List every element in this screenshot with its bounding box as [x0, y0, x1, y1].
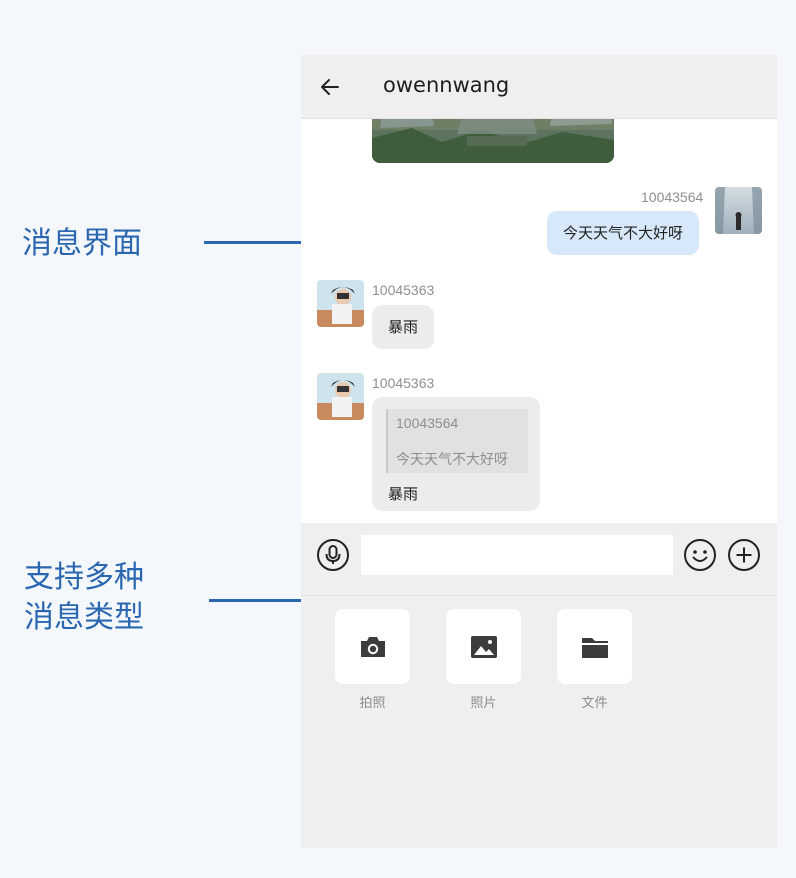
- photo-button[interactable]: [446, 609, 521, 684]
- input-bar: [301, 523, 777, 596]
- incoming-message[interactable]: 暴雨: [372, 305, 435, 349]
- my-avatar[interactable]: [715, 187, 762, 234]
- add-icon[interactable]: [727, 538, 761, 572]
- more-panel: 拍照 照片 文件: [301, 596, 777, 848]
- message-list[interactable]: 10043564 今天天气不大好呀 10045363 暴雨 10045363 1…: [301, 118, 777, 523]
- emoji-icon[interactable]: [683, 538, 717, 572]
- camera-icon: [360, 636, 385, 657]
- reply-text: 暴雨: [388, 485, 419, 503]
- chat-title: owennwang: [383, 73, 510, 97]
- message-input[interactable]: [361, 535, 673, 575]
- photo-label: 照片: [470, 696, 497, 711]
- quoted-message[interactable]: 10043564 今天天气不大好呀: [386, 409, 528, 473]
- image-message[interactable]: [372, 118, 614, 163]
- sender-id: 10043564: [641, 189, 704, 205]
- file-label: 文件: [581, 696, 608, 711]
- file-button[interactable]: [557, 609, 632, 684]
- chat-header: owennwang: [301, 55, 777, 119]
- back-arrow-icon[interactable]: [318, 75, 342, 99]
- annotation-chat-ui: 消息界面: [22, 226, 142, 261]
- sender-id: 10045363: [372, 375, 435, 391]
- camera-label: 拍照: [359, 696, 386, 711]
- quoted-sender-id: 10043564: [396, 415, 459, 431]
- chat-screen: owennwang 10043564 今天天气不大好呀 10045363 暴雨 …: [301, 55, 777, 848]
- reply-message[interactable]: 10043564 今天天气不大好呀 暴雨: [372, 397, 540, 511]
- camera-button[interactable]: [335, 609, 410, 684]
- folder-icon: [581, 637, 608, 658]
- sender-id: 10045363: [372, 282, 435, 298]
- contact-avatar[interactable]: [317, 373, 364, 420]
- voice-input-icon[interactable]: [316, 538, 350, 572]
- annotation-multi-type: 支持多种 消息类型: [24, 560, 144, 635]
- quoted-text: 今天天气不大好呀: [396, 452, 508, 468]
- contact-avatar[interactable]: [317, 280, 364, 327]
- landscape-photo: [372, 118, 614, 163]
- outgoing-message[interactable]: 今天天气不大好呀: [547, 211, 700, 255]
- image-icon: [470, 635, 497, 658]
